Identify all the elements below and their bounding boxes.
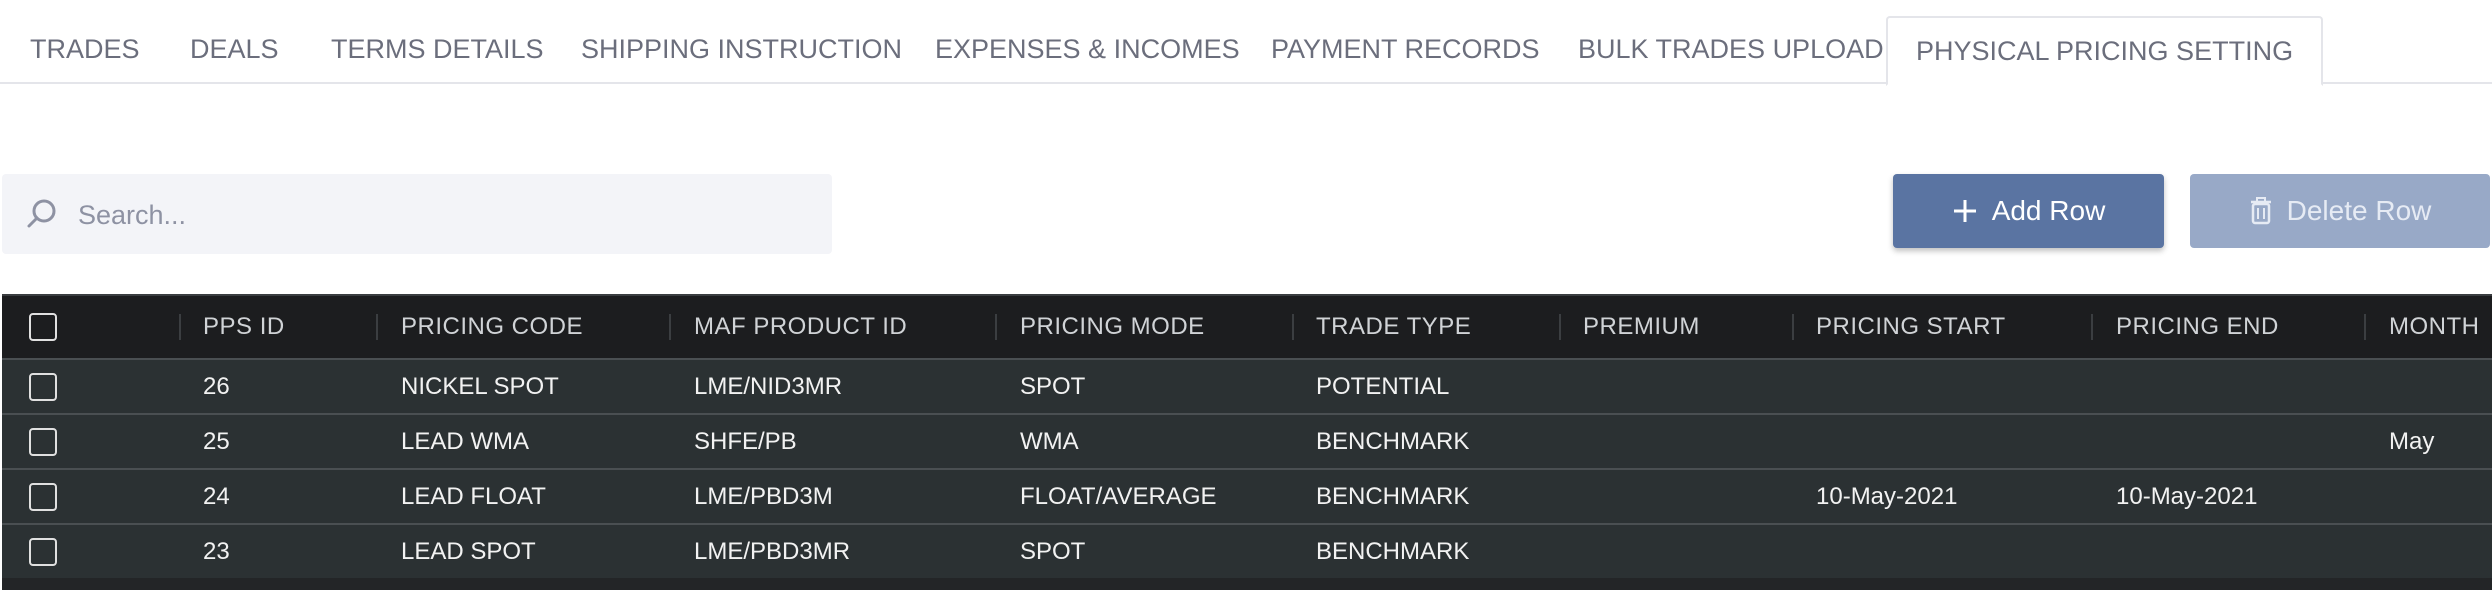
column-divider[interactable]	[1559, 314, 1561, 340]
table-row[interactable]: 24 LEAD FLOAT LME/PBD3M FLOAT/AVERAGE BE…	[2, 468, 2492, 523]
cell-pps-id: 26	[203, 372, 230, 400]
row-checkbox[interactable]	[29, 428, 57, 456]
cell-pricing-code: LEAD FLOAT	[401, 482, 546, 510]
search-input[interactable]	[76, 174, 820, 256]
cell-trade-type: BENCHMARK	[1316, 427, 1470, 455]
plus-icon	[1952, 198, 1978, 224]
add-row-button[interactable]: Add Row	[1893, 174, 2164, 248]
tab-terms-details[interactable]: TERMS DETAILS	[303, 16, 572, 84]
cell-pricing-code: LEAD SPOT	[401, 537, 536, 565]
cell-pricing-mode: WMA	[1020, 427, 1079, 455]
cell-pricing-end: 10-May-2021	[2116, 482, 2258, 510]
cell-trade-type: BENCHMARK	[1316, 537, 1470, 565]
cell-month: May	[2389, 427, 2435, 455]
cell-pricing-code: NICKEL SPOT	[401, 372, 559, 400]
header-pricing-mode[interactable]: PRICING MODE	[1020, 296, 1205, 358]
row-checkbox[interactable]	[29, 538, 57, 566]
tab-bulk-trades-upload[interactable]: BULK TRADES UPLOAD	[1550, 16, 1912, 84]
row-checkbox[interactable]	[29, 483, 57, 511]
trash-icon	[2249, 197, 2273, 225]
header-month[interactable]: MONTH	[2389, 296, 2479, 358]
tab-expenses-incomes[interactable]: EXPENSES & INCOMES	[907, 16, 1268, 84]
tab-physical-pricing-setting[interactable]: PHYSICAL PRICING SETTING	[1886, 16, 2324, 86]
column-divider[interactable]	[669, 314, 671, 340]
cell-trade-type: POTENTIAL	[1316, 372, 1450, 400]
delete-row-button[interactable]: Delete Row	[2190, 174, 2490, 248]
header-pricing-start[interactable]: PRICING START	[1816, 296, 2006, 358]
pricing-grid: PPS ID PRICING CODE MAF PRODUCT ID PRICI…	[2, 294, 2492, 590]
header-premium[interactable]: PREMIUM	[1583, 296, 1700, 358]
select-all-checkbox[interactable]	[29, 313, 57, 341]
table-row[interactable]: 23 LEAD SPOT LME/PBD3MR SPOT BENCHMARK	[2, 523, 2492, 578]
column-divider[interactable]	[2364, 314, 2366, 340]
cell-pricing-mode: SPOT	[1020, 537, 1086, 565]
add-row-label: Add Row	[1991, 195, 2106, 226]
column-divider[interactable]	[376, 314, 378, 340]
table-row[interactable]: 25 LEAD WMA SHFE/PB WMA BENCHMARK May	[2, 413, 2492, 468]
cell-pricing-mode: FLOAT/AVERAGE	[1020, 482, 1217, 510]
column-divider[interactable]	[995, 314, 997, 340]
cell-pps-id: 25	[203, 427, 230, 455]
column-divider[interactable]	[179, 314, 181, 340]
header-maf-product-id[interactable]: MAF PRODUCT ID	[694, 296, 907, 358]
cell-trade-type: BENCHMARK	[1316, 482, 1470, 510]
cell-maf-product-id: LME/NID3MR	[694, 372, 843, 400]
cell-pricing-code: LEAD WMA	[401, 427, 530, 455]
header-pricing-code[interactable]: PRICING CODE	[401, 296, 583, 358]
table-row[interactable]: 26 NICKEL SPOT LME/NID3MR SPOT POTENTIAL	[2, 358, 2492, 413]
header-pps-id[interactable]: PPS ID	[203, 296, 285, 358]
cell-maf-product-id: SHFE/PB	[694, 427, 797, 455]
tab-shipping-instruction[interactable]: SHIPPING INSTRUCTION	[553, 16, 930, 84]
tab-trades[interactable]: TRADES	[2, 16, 168, 84]
header-pricing-end[interactable]: PRICING END	[2116, 296, 2279, 358]
search-box	[2, 174, 832, 256]
search-icon	[24, 196, 60, 232]
column-divider[interactable]	[1792, 314, 1794, 340]
column-divider[interactable]	[2091, 314, 2093, 340]
tab-payment-records[interactable]: PAYMENT RECORDS	[1243, 16, 1568, 84]
row-checkbox[interactable]	[29, 373, 57, 401]
cell-pps-id: 23	[203, 537, 230, 565]
cell-pps-id: 24	[203, 482, 230, 510]
table-header: PPS ID PRICING CODE MAF PRODUCT ID PRICI…	[2, 296, 2492, 358]
tab-bar: TRADES DEALS TERMS DETAILS SHIPPING INST…	[0, 0, 2492, 86]
delete-row-label: Delete Row	[2286, 195, 2432, 226]
cell-maf-product-id: LME/PBD3MR	[694, 537, 851, 565]
cell-pricing-start: 10-May-2021	[1816, 482, 1958, 510]
column-divider[interactable]	[1292, 314, 1294, 340]
tab-deals[interactable]: DEALS	[162, 16, 307, 84]
cell-pricing-mode: SPOT	[1020, 372, 1086, 400]
cell-maf-product-id: LME/PBD3M	[694, 482, 833, 510]
header-trade-type[interactable]: TRADE TYPE	[1316, 296, 1471, 358]
